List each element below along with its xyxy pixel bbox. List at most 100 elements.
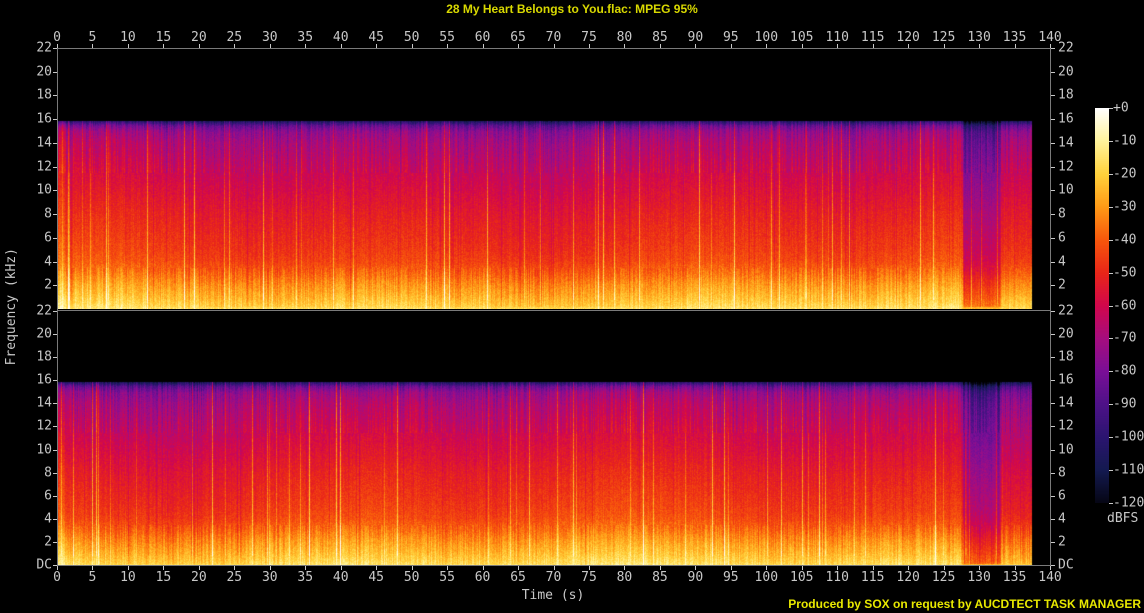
time-tick-label: 20 — [191, 570, 207, 585]
freq-tick-mark — [1051, 518, 1055, 520]
time-tick-label: 140 — [1038, 570, 1062, 585]
time-tick-label: 115 — [860, 30, 885, 45]
time-tick-label: 30 — [261, 570, 278, 585]
freq-tick-mark — [1051, 403, 1055, 405]
time-tick-label: 75 — [581, 570, 597, 585]
freq-tick-mark — [1051, 95, 1055, 97]
time-tick-label: 5 — [88, 570, 97, 585]
credit-text: Produced by SOX on request by AUCDTECT T… — [788, 597, 1141, 611]
time-tick-label: 5 — [88, 30, 97, 45]
freq-tick-mark — [1051, 285, 1055, 287]
x-axis-title: Time (s) — [521, 588, 585, 603]
freq-tick-mark — [53, 71, 57, 73]
colorbar-tick-label: -20 — [1113, 166, 1137, 182]
time-tick-label: 60 — [474, 570, 491, 585]
time-tick-label: 10 — [120, 30, 136, 45]
time-tick-label: 90 — [687, 30, 704, 45]
freq-tick-label: 4 — [1058, 254, 1066, 270]
time-tick-label: 25 — [226, 30, 243, 45]
time-tick-label: 75 — [581, 30, 597, 45]
freq-tick-label: DC — [1058, 557, 1074, 573]
colorbar-tick-label: -40 — [1113, 232, 1137, 248]
freq-tick-mark — [1051, 565, 1055, 566]
freq-tick-label: 12 — [1058, 418, 1074, 434]
freq-tick-mark — [53, 403, 57, 405]
time-tick-label: 45 — [368, 570, 384, 585]
freq-tick-label: 20 — [1058, 64, 1074, 80]
freq-tick-label: 6 — [1058, 488, 1066, 504]
spectrogram-window: 28 My Heart Belongs to You.flac: MPEG 95… — [0, 0, 1144, 613]
time-tick-label: 95 — [722, 570, 739, 585]
time-tick-label: 90 — [687, 570, 704, 585]
freq-tick-mark — [53, 166, 57, 168]
time-tick-label: 40 — [332, 30, 349, 45]
colorbar-tick-label: -10 — [1113, 133, 1137, 149]
freq-tick-label: 8 — [1058, 465, 1066, 481]
freq-tick-mark — [53, 565, 57, 566]
freq-tick-label: 10 — [1058, 442, 1074, 458]
time-tick-label: 20 — [191, 30, 207, 45]
freq-tick-mark — [1051, 495, 1055, 497]
freq-tick-mark — [53, 541, 57, 543]
time-tick-label: 105 — [790, 570, 814, 585]
time-tick-label: 85 — [652, 570, 668, 585]
right-axis-line — [1050, 48, 1051, 566]
y-axis-title: Frequency (kHz) — [4, 247, 19, 366]
time-tick-label: 120 — [896, 570, 920, 585]
time-tick-label: 130 — [967, 30, 991, 45]
time-tick-label: 125 — [931, 570, 956, 585]
freq-tick-mark — [1051, 142, 1055, 144]
freq-tick-mark — [53, 449, 57, 451]
freq-tick-label: 6 — [1058, 230, 1066, 246]
time-tick-label: 130 — [967, 570, 991, 585]
freq-tick-label: 22 — [1058, 40, 1074, 56]
time-tick-label: 45 — [368, 30, 384, 45]
time-tick-label: 35 — [297, 570, 314, 585]
time-tick-label: 15 — [155, 30, 172, 45]
freq-tick-label: 14 — [1058, 135, 1074, 151]
time-tick-label: 80 — [616, 570, 633, 585]
time-tick-label: 40 — [332, 570, 349, 585]
freq-tick-mark — [53, 261, 57, 263]
freq-tick-mark — [53, 48, 57, 49]
page-title: 28 My Heart Belongs to You.flac: MPEG 95… — [446, 2, 698, 16]
y-axis-title-wrap: Frequency (kHz) — [4, 0, 19, 613]
freq-tick-mark — [1051, 449, 1055, 451]
time-tick-label: 80 — [616, 30, 633, 45]
time-tick-label: 120 — [896, 30, 920, 45]
freq-tick-mark — [53, 495, 57, 497]
time-tick-label: 10 — [120, 570, 136, 585]
freq-tick-mark — [53, 190, 57, 192]
time-tick-label: 70 — [545, 570, 562, 585]
freq-tick-mark — [53, 95, 57, 97]
time-tick-label: 100 — [754, 30, 779, 45]
freq-tick-label: 18 — [1058, 349, 1074, 365]
spectrogram-channel-2 — [58, 312, 1050, 565]
time-tick-label: 125 — [931, 30, 956, 45]
colorbar-tick-label: -50 — [1113, 265, 1137, 281]
colorbar — [1095, 108, 1109, 503]
time-tick-label: 105 — [790, 30, 814, 45]
freq-tick-mark — [1051, 190, 1055, 192]
time-tick-label: 30 — [261, 30, 278, 45]
freq-tick-mark — [53, 237, 57, 239]
freq-tick-mark — [1051, 261, 1055, 263]
freq-tick-mark — [1051, 214, 1055, 216]
top-axis-line — [57, 48, 1051, 49]
freq-tick-mark — [1051, 119, 1055, 121]
time-tick-label: 15 — [155, 570, 172, 585]
time-tick-label: 65 — [510, 570, 526, 585]
freq-tick-label: 22 — [1058, 303, 1074, 319]
time-tick-label: 115 — [860, 570, 885, 585]
freq-tick-mark — [1051, 357, 1055, 359]
colorbar-tick-label: -30 — [1113, 199, 1137, 215]
freq-tick-mark — [1051, 472, 1055, 474]
time-tick-label: 55 — [439, 30, 455, 45]
freq-tick-mark — [53, 380, 57, 382]
colorbar-tick-label: -90 — [1113, 396, 1137, 412]
freq-tick-mark — [1051, 71, 1055, 73]
channel-divider-axis-line — [57, 310, 1051, 311]
freq-tick-mark — [53, 119, 57, 121]
time-tick-label: 0 — [53, 30, 61, 45]
colorbar-tick-label: -100 — [1113, 429, 1144, 445]
